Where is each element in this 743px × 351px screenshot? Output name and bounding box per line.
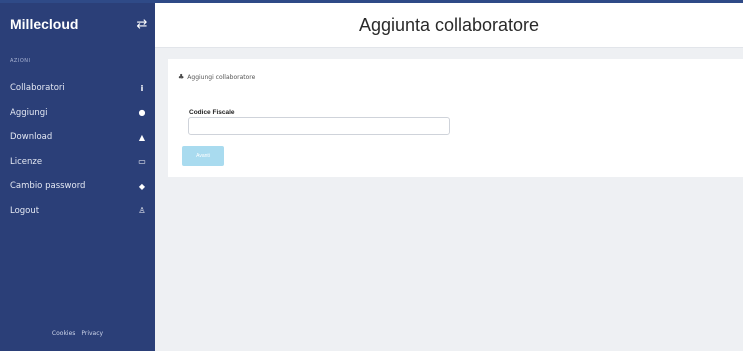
page-title: Aggiunta collaboratore (358, 15, 540, 35)
cookies-link[interactable]: Cookies (52, 330, 76, 337)
download-icon: ▲ (138, 132, 146, 142)
sidebar-item-label: Cambio password (10, 181, 86, 192)
swap-arrows-icon[interactable]: ⇄ (134, 17, 150, 32)
sidebar-menu: Collaboratori i Aggiungi ● Download ▲ Li… (0, 76, 155, 223)
sidebar-item-aggiungi[interactable]: Aggiungi ● (0, 101, 155, 126)
sidebar-item-label: Download (10, 132, 53, 143)
breadcrumb-label: Aggiungi collaboratore (187, 73, 256, 81)
sidebar-item-logout[interactable]: Logout ♙ (0, 199, 155, 224)
page-header: Aggiunta collaboratore (155, 3, 743, 48)
sidebar: Millecloud ⇄ AZIONI Collaboratori i Aggi… (0, 3, 155, 351)
user-icon: ♙ (138, 206, 146, 216)
privacy-link[interactable]: Privacy (81, 330, 103, 337)
sidebar-item-label: Logout (10, 205, 40, 216)
app-title: Millecloud (10, 16, 79, 32)
sidebar-item-cambio-password[interactable]: Cambio password ◆ (0, 174, 155, 199)
sidebar-footer: Cookies Privacy (0, 330, 155, 337)
codice-fiscale-label: Codice Fiscale (189, 109, 235, 116)
card-icon: ▭ (138, 157, 146, 167)
breadcrumb: ♣ Aggiungi collaboratore (178, 73, 255, 81)
avanti-button[interactable]: Avanti (182, 146, 224, 166)
add-circle-icon: ● (138, 108, 146, 118)
shield-icon: ◆ (138, 181, 146, 191)
codice-fiscale-input[interactable] (188, 117, 450, 135)
sidebar-item-licenze[interactable]: Licenze ▭ (0, 150, 155, 175)
sidebar-section-label: AZIONI (10, 58, 31, 64)
sidebar-item-download[interactable]: Download ▲ (0, 125, 155, 150)
add-user-icon: ♣ (178, 73, 185, 81)
sidebar-item-label: Licenze (10, 156, 43, 167)
info-icon: i (140, 83, 144, 93)
sidebar-item-collaboratori[interactable]: Collaboratori i (0, 76, 155, 101)
sidebar-header: Millecloud ⇄ (10, 7, 150, 41)
form-card: ♣ Aggiungi collaboratore Codice Fiscale … (168, 59, 743, 177)
sidebar-item-label: Collaboratori (10, 83, 65, 94)
sidebar-item-label: Aggiungi (10, 107, 48, 118)
